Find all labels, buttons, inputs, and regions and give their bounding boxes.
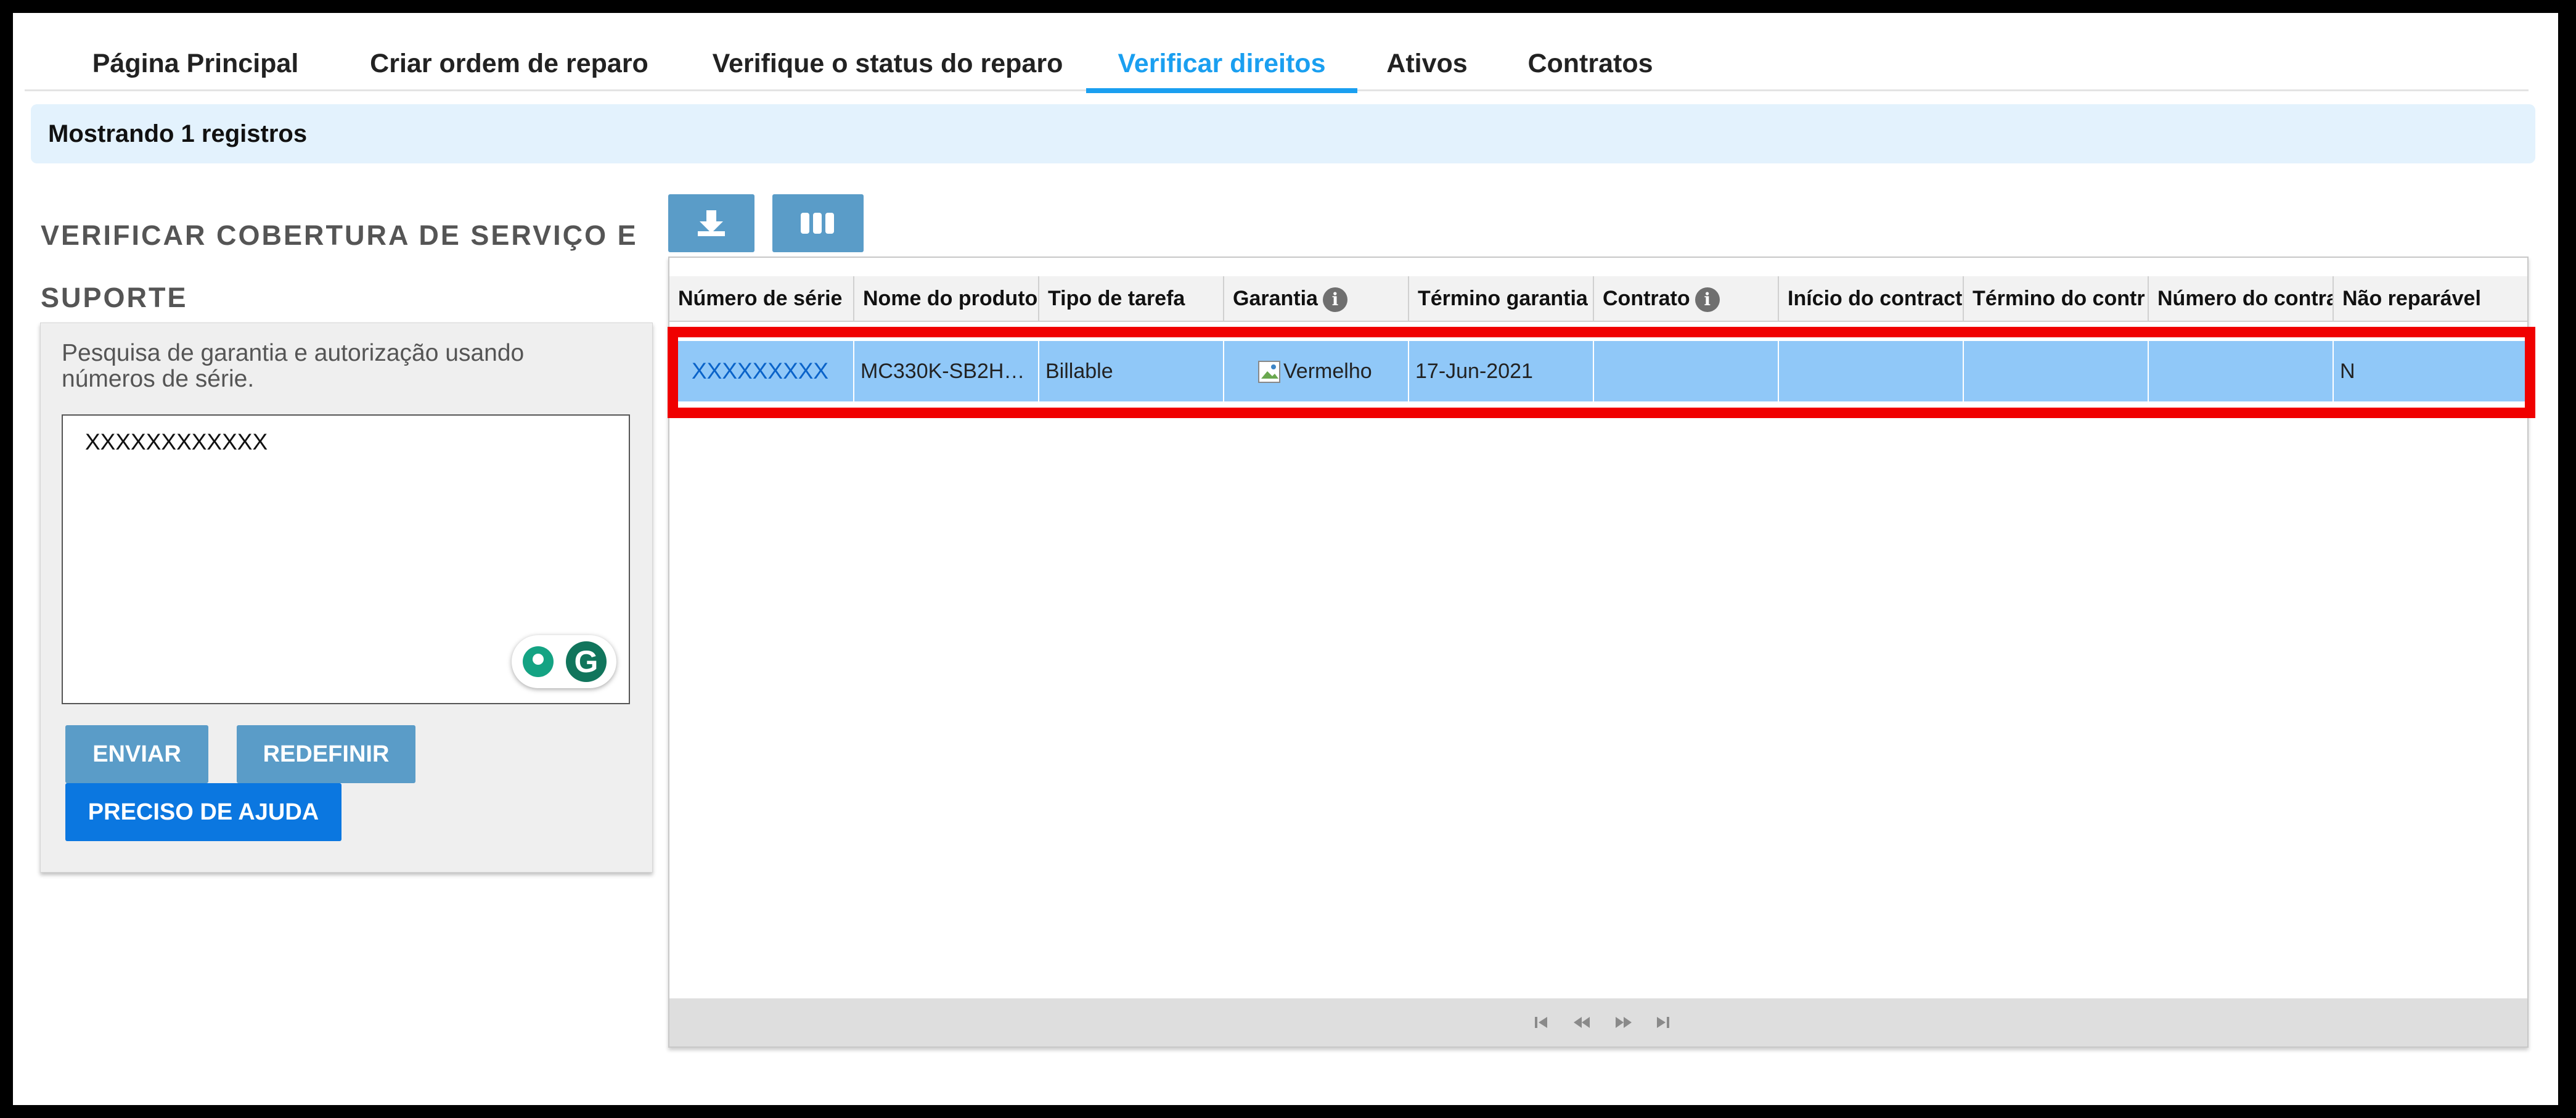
tab-contracts[interactable]: Contratos xyxy=(1510,31,1670,89)
tab-create-repair-order[interactable]: Criar ordem de reparo xyxy=(355,31,663,89)
page-frame: Página Principal Criar ordem de reparo V… xyxy=(13,13,2558,1105)
tab-check-entitlements[interactable]: Verificar direitos xyxy=(1086,31,1357,93)
col-contract[interactable]: Contrato i xyxy=(1594,276,1779,321)
serial-number-link[interactable]: XXXXXXXXX xyxy=(669,341,854,401)
records-count-text: Mostrando 1 registros xyxy=(48,120,308,147)
contract-number-cell xyxy=(2149,341,2334,401)
col-non-repairable[interactable]: Não reparável xyxy=(2334,276,2527,321)
prev-page-icon[interactable] xyxy=(1571,1011,1593,1034)
tab-home[interactable]: Página Principal xyxy=(78,31,313,89)
first-page-icon[interactable] xyxy=(1532,1011,1551,1034)
broken-image-icon xyxy=(1258,361,1280,384)
lightbulb-icon[interactable] xyxy=(523,646,554,677)
warranty-info-icon[interactable]: i xyxy=(1322,287,1347,313)
contract-info-icon[interactable]: i xyxy=(1695,287,1720,313)
tab-assets[interactable]: Ativos xyxy=(1372,31,1482,89)
warranty-alt-text: Vermelho xyxy=(1283,360,1372,383)
download-icon xyxy=(698,210,725,236)
entitlements-grid: Número de série Nome do produto Tipo de … xyxy=(668,257,2529,1048)
search-description: Pesquisa de garantia e autorização usand… xyxy=(62,340,525,392)
reset-button[interactable]: REDEFINIR xyxy=(237,725,415,783)
grammarly-logo-icon[interactable]: G xyxy=(566,641,607,682)
contract-cell xyxy=(1594,341,1779,401)
grid-header: Número de série Nome do produto Tipo de … xyxy=(669,276,2527,322)
next-page-icon[interactable] xyxy=(1613,1011,1635,1034)
grid-pager xyxy=(669,998,2527,1046)
coverage-title-line2: SUPORTE xyxy=(41,282,188,313)
col-product-name[interactable]: Nome do produto xyxy=(854,276,1039,321)
table-row[interactable]: XXXXXXXXX MC330K-SB2HUBLU-CE Billable Ve… xyxy=(669,341,2527,401)
product-name-cell: MC330K-SB2HUBLU-CE xyxy=(854,341,1039,401)
warranty-cell: Vermelho xyxy=(1224,341,1409,401)
col-contract-number[interactable]: Número do contra xyxy=(2149,276,2334,321)
non-repairable-cell: N xyxy=(2340,360,2355,383)
col-warranty-end[interactable]: Término garantia xyxy=(1409,276,1594,321)
last-page-icon[interactable] xyxy=(1653,1011,1672,1034)
col-warranty[interactable]: Garantia i xyxy=(1224,276,1409,321)
col-contract-end[interactable]: Término do contr xyxy=(1964,276,2149,321)
contract-start-cell xyxy=(1779,341,1964,401)
serial-number-value: XXXXXXXXXXXX xyxy=(85,429,268,454)
top-tab-bar: Página Principal Criar ordem de reparo V… xyxy=(25,31,2529,93)
columns-icon xyxy=(801,213,834,234)
records-info-bar: Mostrando 1 registros xyxy=(31,104,2535,163)
serial-number-input[interactable]: XXXXXXXXXXXX G xyxy=(62,414,630,704)
col-serial-number[interactable]: Número de série xyxy=(669,276,854,321)
tab-check-repair-status[interactable]: Verifique o status do reparo xyxy=(697,31,1079,89)
columns-button[interactable] xyxy=(772,194,864,252)
grammarly-widget[interactable]: G xyxy=(512,635,616,688)
download-button[interactable] xyxy=(668,194,754,252)
coverage-search-panel: Pesquisa de garantia e autorização usand… xyxy=(40,323,653,873)
task-type-cell: Billable xyxy=(1039,341,1224,401)
need-help-button[interactable]: PRECISO DE AJUDA xyxy=(65,783,341,841)
col-task-type[interactable]: Tipo de tarefa xyxy=(1039,276,1224,321)
col-contract-start[interactable]: Início do contract xyxy=(1779,276,1964,321)
contract-end-cell xyxy=(1964,341,2149,401)
warranty-end-cell: 17-Jun-2021 xyxy=(1409,341,1594,401)
coverage-title-line1: VERIFICAR COBERTURA DE SERVIÇO E xyxy=(41,220,638,251)
submit-button[interactable]: ENVIAR xyxy=(65,725,208,783)
